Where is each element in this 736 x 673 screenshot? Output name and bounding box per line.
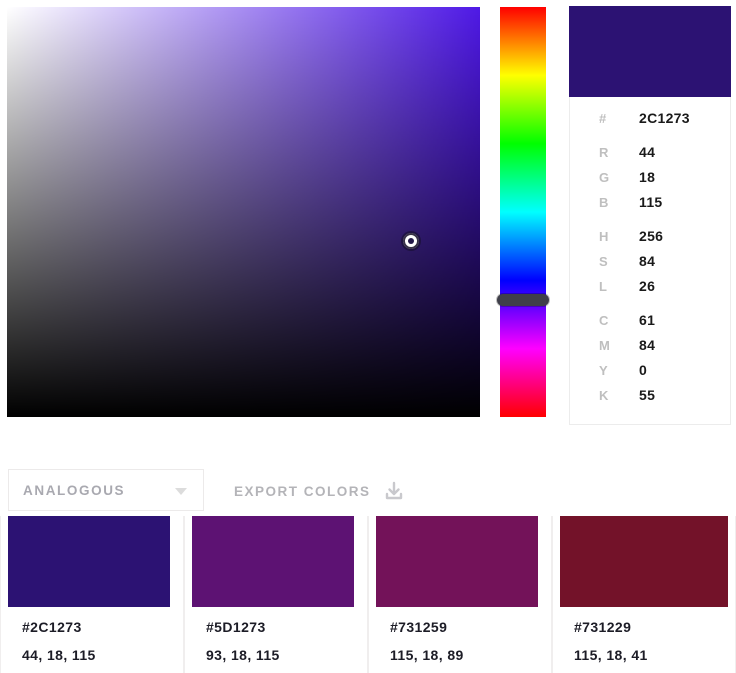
color-value-row: G 18 [570,169,730,194]
swatch-text: #731259 115, 18, 89 [390,619,464,663]
color-value-row: H 256 [570,228,730,253]
swatch-hex-value: #2C1273 [22,619,82,635]
color-value-label: R [599,145,609,160]
swatch-text: #731229 115, 18, 41 [574,619,648,663]
swatch-card[interactable]: #731229 115, 18, 41 [552,516,736,673]
swatch-hex-value: #731259 [390,619,448,635]
swatch-color-block[interactable] [8,516,170,607]
color-value-row: K 55 [570,387,730,412]
hue-slider-handle[interactable] [497,294,549,306]
color-value-number: 61 [639,312,656,328]
color-scheme-swatches: #2C1273 44, 18, 115 #5D1273 93, 18, 115 #731… [0,516,736,673]
color-scheme-label: ANALOGOUS [23,482,126,498]
swatch-color-block[interactable] [560,516,728,607]
color-value-number: 44 [639,144,656,160]
color-value-label: L [599,279,608,294]
swatch-text: #2C1273 44, 18, 115 [22,619,96,663]
color-value-row: S 84 [570,253,730,278]
swatch-card[interactable]: #2C1273 44, 18, 115 [0,516,184,673]
swatch-card[interactable]: #731259 115, 18, 89 [368,516,552,673]
color-value-row: L 26 [570,278,730,303]
color-picker-area: #2C1273 R 44 G 18 B 115 H 256 S 84 L 26 C 61 M 84 Y 0 K 55 [0,0,736,425]
color-value-number: 2C1273 [639,110,690,126]
value-group-gap [570,303,730,312]
color-value-row: #2C1273 [570,110,730,135]
swatch-text: #5D1273 93, 18, 115 [206,619,280,663]
swatch-hex-value: #731229 [574,619,632,635]
color-scheme-select[interactable]: ANALOGOUS [8,469,204,511]
hue-slider[interactable] [500,7,546,417]
color-value-row: C 61 [570,312,730,337]
color-value-row: Y0 [570,362,730,387]
color-value-number: 256 [639,228,664,244]
swatch-color-block[interactable] [192,516,354,607]
color-value-number: 84 [639,253,656,269]
color-value-label: S [599,254,608,269]
swatch-color-block[interactable] [376,516,538,607]
color-value-row: B 115 [570,194,730,219]
swatch-hex-value: #5D1273 [206,619,266,635]
value-group-gap [570,219,730,228]
swatch-rgb-value: 93, 18, 115 [206,647,280,663]
color-value-label: # [599,111,607,126]
color-value-label: H [599,229,609,244]
color-value-number: 0 [639,362,648,378]
swatch-rgb-value: 115, 18, 89 [390,647,464,663]
color-value-row: M 84 [570,337,730,362]
color-value-number: 115 [639,194,663,210]
color-value-label: Y [599,363,608,378]
color-value-label: K [599,388,609,403]
saturation-value-cursor[interactable] [403,233,419,249]
download-icon[interactable] [383,480,405,502]
color-value-label: M [599,338,611,353]
swatch-rgb-value: 115, 18, 41 [574,647,648,663]
color-value-row: R 44 [570,144,730,169]
color-value-number: 18 [639,169,656,185]
export-colors-label: EXPORT COLORS [234,483,371,499]
saturation-value-gradient[interactable] [7,7,480,417]
value-layer [7,7,480,417]
swatch-card[interactable]: #5D1273 93, 18, 115 [184,516,368,673]
color-value-label: B [599,195,609,210]
controls-bar: ANALOGOUS EXPORT COLORS [0,460,736,512]
color-value-label: G [599,170,610,185]
color-info-panel: #2C1273 R 44 G 18 B 115 H 256 S 84 L 26 C 61 M 84 Y 0 K 55 [569,6,731,425]
swatch-rgb-value: 44, 18, 115 [22,647,96,663]
color-value-label: C [599,313,609,328]
color-value-number: 26 [639,278,656,294]
color-value-list: #2C1273 R 44 G 18 B 115 H 256 S 84 L 26 C 61 M 84 Y 0 K 55 [569,97,731,425]
value-group-gap [570,135,730,144]
color-value-number: 55 [639,387,656,403]
color-preview-swatch [569,6,731,97]
export-colors-button[interactable]: EXPORT COLORS [234,480,405,502]
color-value-number: 84 [639,337,656,353]
chevron-down-icon[interactable] [175,488,187,495]
